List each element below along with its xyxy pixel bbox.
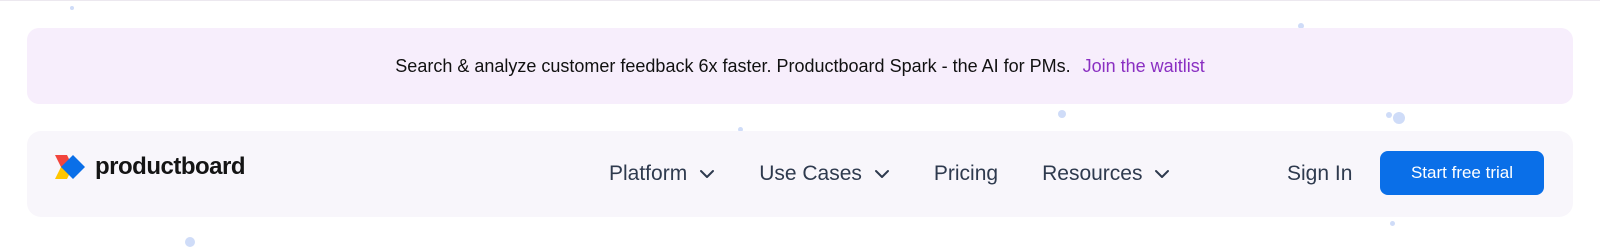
nav-item-resources[interactable]: Resources: [1042, 162, 1170, 186]
chevron-down-icon: [1155, 170, 1170, 178]
announcement-banner: Search & analyze customer feedback 6x fa…: [27, 28, 1573, 104]
logo[interactable]: productboard: [53, 153, 246, 181]
nav-item-pricing[interactable]: Pricing: [934, 162, 998, 186]
decorative-dot: [1393, 112, 1405, 124]
decorative-dot: [1058, 110, 1066, 118]
chevron-down-icon: [874, 170, 889, 178]
logo-text: productboard: [95, 153, 246, 180]
chevron-down-icon: [700, 170, 715, 178]
banner-text: Search & analyze customer feedback 6x fa…: [395, 55, 1071, 76]
decorative-dot: [1386, 112, 1392, 118]
main-navbar: productboard Platform Use Cases Pricing …: [27, 131, 1573, 217]
sign-in-link[interactable]: Sign In: [1287, 131, 1352, 217]
decorative-dot: [185, 237, 195, 247]
decorative-dot: [70, 6, 74, 10]
productboard-logo-icon: [55, 155, 85, 179]
start-free-trial-button[interactable]: Start free trial: [1380, 151, 1544, 195]
nav-item-label: Use Cases: [759, 162, 862, 185]
join-waitlist-link[interactable]: Join the waitlist: [1083, 56, 1205, 77]
nav-links: Platform Use Cases Pricing Resources: [609, 131, 1214, 217]
decorative-dot: [1390, 221, 1395, 226]
nav-item-label: Platform: [609, 162, 688, 185]
page: Search & analyze customer feedback 6x fa…: [0, 0, 1600, 250]
nav-item-use-cases[interactable]: Use Cases: [759, 162, 890, 186]
nav-item-label: Pricing: [933, 162, 999, 185]
nav-item-label: Resources: [1042, 162, 1143, 185]
nav-item-platform[interactable]: Platform: [609, 162, 715, 186]
